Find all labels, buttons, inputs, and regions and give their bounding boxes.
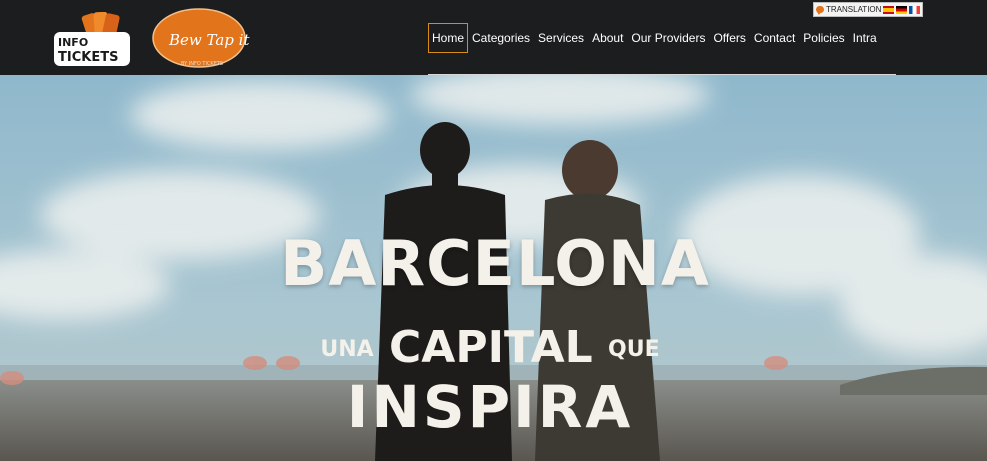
main-nav: Home Categories Services About Our Provi… xyxy=(428,22,881,54)
nav-policies[interactable]: Policies xyxy=(799,23,848,53)
language-flags xyxy=(883,5,920,14)
nav-about[interactable]: About xyxy=(588,23,627,53)
nav-categories[interactable]: Categories xyxy=(468,23,534,53)
nav-contact[interactable]: Contact xyxy=(750,23,799,53)
translation-button[interactable]: TRANSLATION xyxy=(816,5,882,15)
hero-que-text: QUE xyxy=(608,337,660,362)
hero-una-text: UNA xyxy=(320,337,374,362)
hero-title-line1: BARCELONA xyxy=(280,227,710,300)
translation-label: TRANSLATION xyxy=(826,5,882,14)
bew-tap-it-logo[interactable]: Bew Tap it BY INFO TICKETS xyxy=(151,7,253,69)
nav-services[interactable]: Services xyxy=(534,23,588,53)
site-header: INFO TICKETS Bew Tap it BY INFO TICKETS … xyxy=(0,0,987,75)
hero-title-line3: INSPIRA xyxy=(346,373,634,441)
nav-our-providers[interactable]: Our Providers xyxy=(627,23,709,53)
germany-flag-icon[interactable] xyxy=(896,5,907,14)
logo-bewtap-ring-text: BY INFO TICKETS xyxy=(181,61,223,67)
nav-intra[interactable]: Intra xyxy=(849,23,881,53)
france-flag-icon[interactable] xyxy=(909,5,920,14)
spain-flag-icon[interactable] xyxy=(883,5,894,14)
logo-tickets-text: TICKETS xyxy=(58,50,118,65)
logo-bewtap-text: Bew Tap it xyxy=(168,31,250,49)
hero-banner: BARCELONA UNA CAPITAL QUE INSPIRA xyxy=(0,75,987,461)
logo-info-text: INFO xyxy=(58,36,88,49)
info-tickets-logo[interactable]: INFO TICKETS xyxy=(52,12,132,68)
hero-title-line2: UNA CAPITAL QUE xyxy=(300,322,680,373)
speech-bubble-icon xyxy=(816,6,824,15)
translation-widget: TRANSLATION xyxy=(813,2,923,17)
hero-title-overlay: BARCELONA UNA CAPITAL QUE INSPIRA xyxy=(0,75,987,461)
nav-home[interactable]: Home xyxy=(428,23,469,53)
nav-offers[interactable]: Offers xyxy=(709,23,749,53)
hero-capital-text: CAPITAL xyxy=(389,322,593,373)
